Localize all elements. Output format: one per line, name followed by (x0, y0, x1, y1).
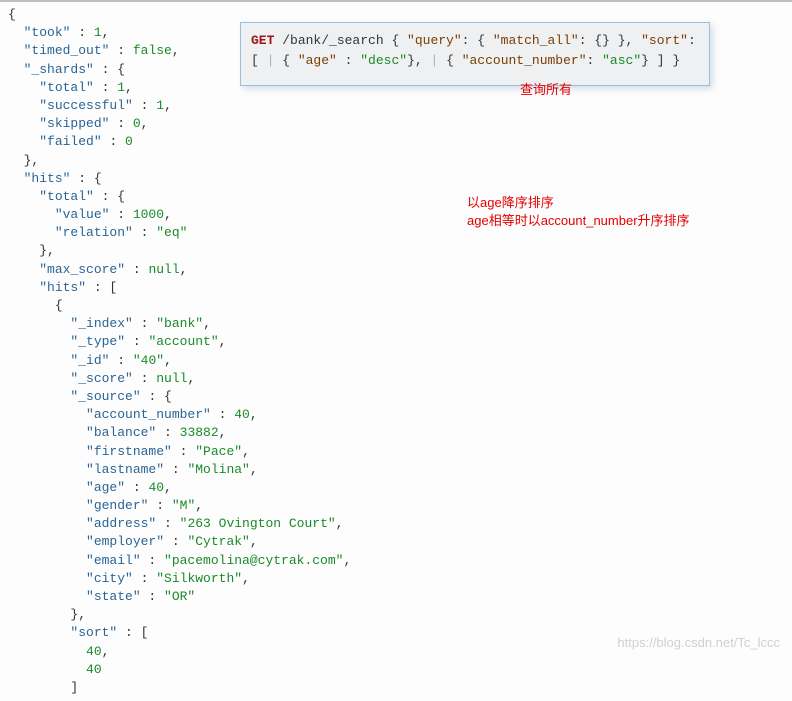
annotation-sort-tie: age相等时以account_number升序排序 (467, 210, 690, 229)
overlay-code: GET /bank/_search { "query": { "match_al… (251, 33, 696, 68)
response-json-block: { "took" : 1, "timed_out" : false, "_sha… (0, 0, 792, 701)
annotation-sort-desc: 以age降序排序 (467, 192, 554, 211)
annotation-query-all: 查询所有 (520, 79, 572, 98)
query-overlay-box: GET /bank/_search { "query": { "match_al… (240, 22, 710, 86)
watermark-text: https://blog.csdn.net/Tc_lccc (617, 635, 780, 650)
json-text: { "took" : 1, "timed_out" : false, "_sha… (8, 7, 351, 695)
